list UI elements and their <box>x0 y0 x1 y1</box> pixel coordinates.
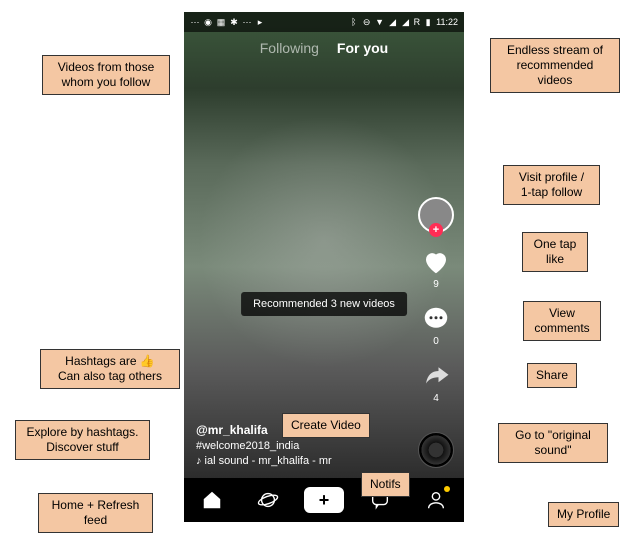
notif-dot-icon <box>444 486 450 492</box>
media-icon: ▸ <box>255 17 265 27</box>
callout-notifs: Notifs <box>361 472 410 497</box>
signal-icon: ◢ <box>388 17 398 27</box>
nav-me[interactable] <box>416 480 456 520</box>
comment-icon <box>421 304 451 334</box>
hashtag-link[interactable]: #welcome2018_india <box>196 440 332 452</box>
avatar-icon <box>418 197 454 233</box>
dots-icon: ⋯ <box>242 17 252 27</box>
nav-discover[interactable] <box>248 480 288 520</box>
callout-me: My Profile <box>548 502 619 527</box>
tab-following[interactable]: Following <box>260 40 319 56</box>
feed-tabs: Following For you <box>184 40 464 56</box>
sound-label[interactable]: ♪ ial sound - mr_khalifa - mr <box>196 455 332 467</box>
signal2-icon: ◢ <box>401 17 411 27</box>
sound-disc-button[interactable] <box>418 432 454 468</box>
callout-profile: Visit profile /1-tap follow <box>503 165 600 205</box>
callout-comments: Viewcomments <box>523 301 601 341</box>
sync-icon: ✱ <box>229 17 239 27</box>
callout-share: Share <box>527 363 577 388</box>
share-arrow-icon <box>421 361 451 391</box>
status-bar: ⋯ ◉ ▦ ✱ ⋯ ▸ ᛒ ⊖ ▼ ◢ ◢ R ▮ 11:22 <box>184 12 464 32</box>
nav-create[interactable]: + <box>304 480 344 520</box>
profile-follow-button[interactable] <box>418 197 454 233</box>
home-icon <box>201 489 223 511</box>
callout-following: Videos from thosewhom you follow <box>42 55 170 95</box>
comment-count: 0 <box>433 336 439 347</box>
bottom-nav: + <box>184 478 464 522</box>
heart-icon <box>421 247 451 277</box>
callout-foryou: Endless stream ofrecommended videos <box>490 38 620 93</box>
plus-icon: + <box>319 490 330 511</box>
create-button: + <box>304 487 344 513</box>
callout-like: One taplike <box>522 232 588 272</box>
share-button[interactable]: 4 <box>421 361 451 404</box>
action-rail: 9 0 4 <box>418 197 454 404</box>
callout-home: Home + Refreshfeed <box>38 493 153 533</box>
phone-screen: ⋯ ◉ ▦ ✱ ⋯ ▸ ᛒ ⊖ ▼ ◢ ◢ R ▮ 11:22 Followin… <box>184 12 464 522</box>
comment-button[interactable]: 0 <box>421 304 451 347</box>
dnd-icon: ⊖ <box>362 17 372 27</box>
more-icon: ⋯ <box>190 17 200 27</box>
callout-explore: Explore by hashtags.Discover stuff <box>15 420 150 460</box>
callout-sound: Go to "originalsound" <box>498 423 608 463</box>
share-count: 4 <box>433 393 439 404</box>
clapper-icon: ▦ <box>216 17 226 27</box>
bluetooth-icon: ᛒ <box>349 17 359 27</box>
callout-hashtags: Hashtags are 👍Can also tag others <box>40 349 180 389</box>
callout-create: Create Video <box>282 413 370 438</box>
tab-for-you[interactable]: For you <box>337 40 388 56</box>
toast-message: Recommended 3 new videos <box>241 292 407 316</box>
person-icon <box>425 489 447 511</box>
carrier-label: R <box>414 17 421 27</box>
like-count: 9 <box>433 279 439 290</box>
battery-icon: ▮ <box>423 17 433 27</box>
clock-label: 11:22 <box>436 17 458 27</box>
planet-icon <box>257 489 279 511</box>
wifi-icon: ▼ <box>375 17 385 27</box>
app-icon: ◉ <box>203 17 213 27</box>
like-button[interactable]: 9 <box>421 247 451 290</box>
nav-home[interactable] <box>192 480 232 520</box>
